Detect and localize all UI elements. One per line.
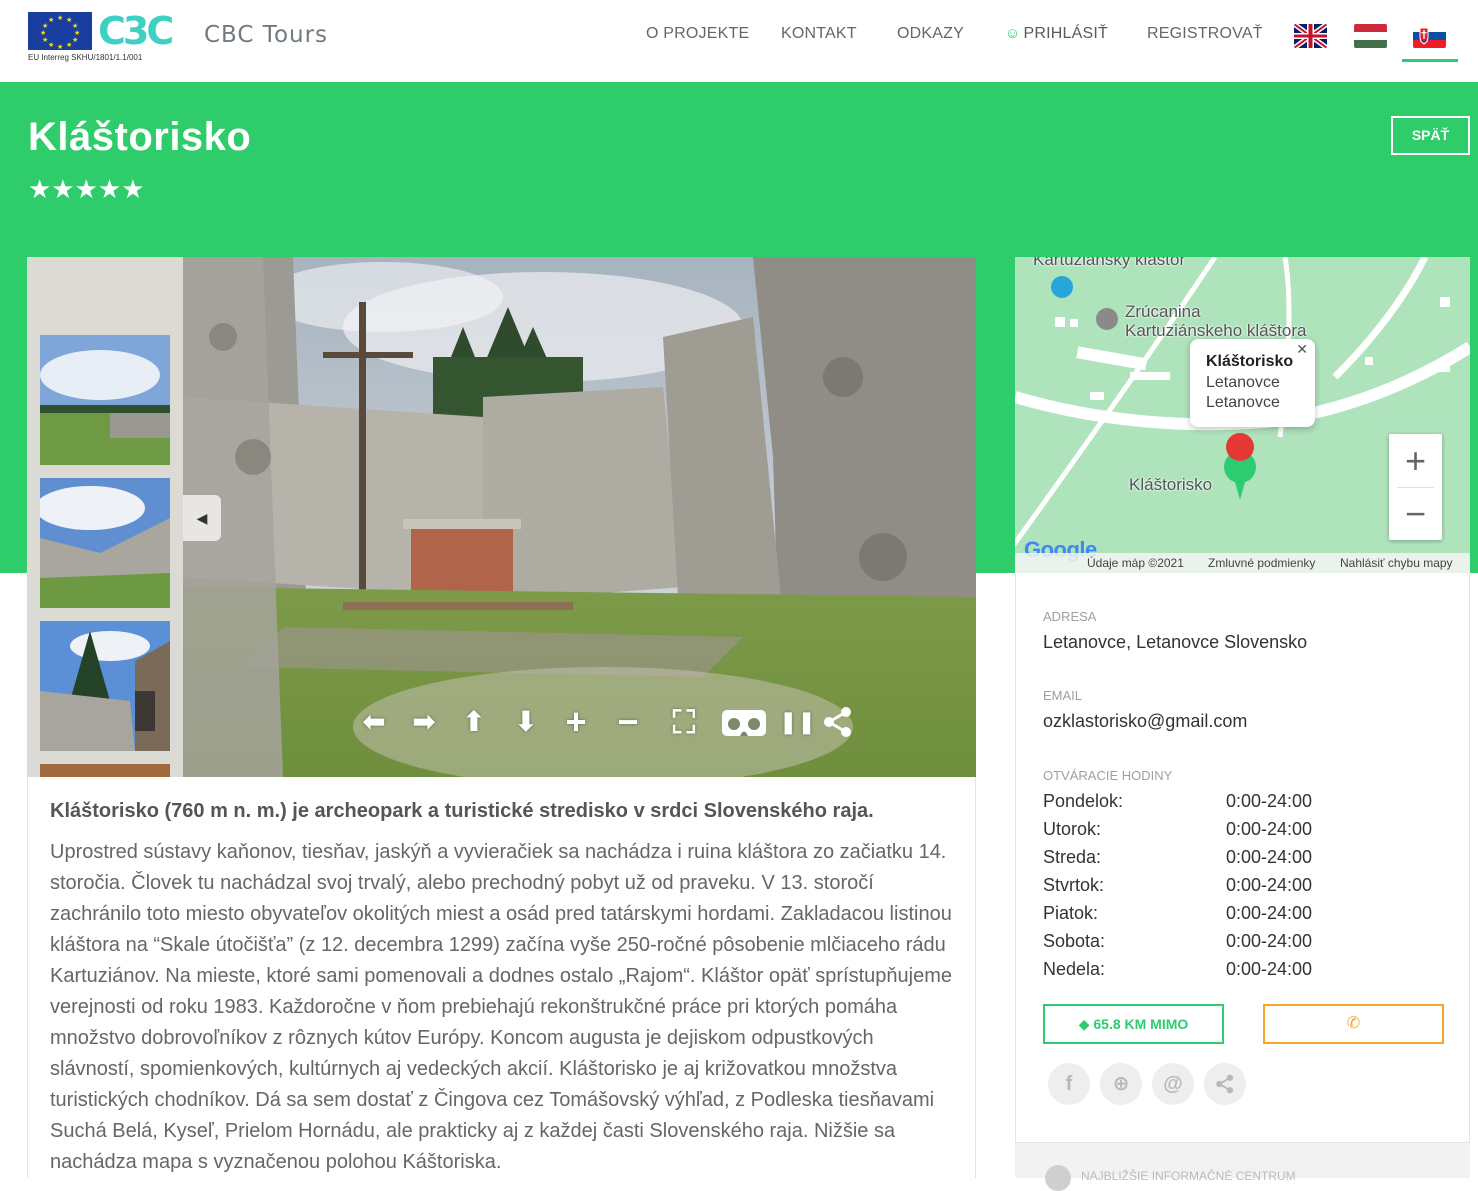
map-label-ruin-line2: Kartuziánskeho kláštora (1125, 321, 1307, 340)
at-sign-icon[interactable]: @ (1152, 1063, 1194, 1105)
description-body: Uprostred sústavy kaňonov, tiesňav, jask… (50, 841, 953, 1173)
panorama-gallery[interactable]: ◀ ⬅ ➡ ⬆ ⬇ + − ⛶ ❚❚ (27, 257, 976, 777)
address-value: Letanovce, Letanovce Slovensko (1043, 632, 1308, 652)
hours-day: Sobota: (1043, 931, 1106, 951)
call-button[interactable]: ✆ (1263, 1004, 1444, 1044)
eu-flag-logo: ★ ★ ★ ★ ★ ★ ★ ★ ★ ★ ★ ★ (28, 12, 92, 51)
thumbnail-2[interactable] (40, 478, 170, 608)
hours-time: 0:00-24:00 (1226, 903, 1313, 923)
map-zoom-out-button[interactable]: − (1389, 487, 1442, 540)
hours-day: Piatok: (1043, 903, 1099, 923)
map-report-link[interactable]: Nahlásiť chybu mapy (1340, 556, 1453, 570)
thumbnail-strip (27, 257, 183, 777)
opening-hours-label: OTVÁRACIE HODINY (1043, 768, 1173, 783)
location-map[interactable]: Kartuziánsky kláštor Zrúcanina Kartuzián… (1015, 257, 1470, 573)
slovak-flag-icon[interactable] (1413, 24, 1446, 48)
pan-up-icon[interactable]: ⬆ (457, 705, 491, 739)
fullscreen-icon[interactable]: ⛶ (667, 705, 701, 739)
info-window-line1: Letanovce (1206, 374, 1280, 391)
thumbnail-3[interactable] (40, 621, 170, 751)
nav-contact[interactable]: KONTAKT (781, 25, 857, 43)
hours-day: Nedela: (1043, 959, 1106, 979)
vr-headset-icon[interactable] (721, 705, 767, 739)
hours-day: Stvrtok: (1043, 875, 1105, 895)
map-info-window: Kláštorisko Letanovce Letanovce ✕ (1190, 339, 1315, 427)
map-terms-link[interactable]: Zmluvné podmienky (1208, 556, 1315, 570)
pause-icon[interactable]: ❚❚ (779, 705, 816, 739)
nearest-info-centre-bar[interactable]: NAJBLIŽŠIE INFORMAČNÉ CENTRUM (1015, 1142, 1470, 1191)
hours-time: 0:00-24:00 (1226, 931, 1313, 951)
globe-icon[interactable]: ⊕ (1100, 1063, 1142, 1105)
page-title: Kláštorisko (28, 115, 252, 159)
zoom-in-icon[interactable]: + (559, 704, 593, 740)
active-language-indicator (1402, 59, 1458, 62)
hungarian-flag-icon[interactable] (1354, 24, 1387, 48)
info-icon (1045, 1165, 1071, 1191)
hours-time: 0:00-24:00 (1226, 959, 1313, 979)
hours-day: Pondelok: (1043, 791, 1124, 811)
map-zoom-controls: + − (1389, 434, 1442, 540)
distance-label: 65.8 KM MIMO (1093, 1016, 1189, 1032)
distance-directions-button[interactable]: ◆ 65.8 KM MIMO (1043, 1004, 1224, 1044)
nav-login[interactable]: ☺ PRIHLÁSIŤ (1005, 25, 1108, 43)
description-lead: Kláštorisko (760 m n. m.) je archeopark … (50, 800, 874, 822)
rating-stars: ★★★★★ (28, 174, 145, 204)
hours-day: Utorok: (1043, 819, 1102, 839)
nav-about[interactable]: O PROJEKTE (646, 25, 749, 43)
eu-project-caption: EU Interreg SKHU/1801/1.1/001 (28, 53, 143, 62)
map-data-credit: Údaje máp ©2021 (1087, 556, 1184, 570)
nav-login-label: PRIHLÁSIŤ (1023, 25, 1109, 42)
hours-row: Sobota: 0:00-24:00 (1043, 931, 1443, 959)
hours-row: Nedela: 0:00-24:00 (1043, 959, 1443, 987)
hours-day: Streda: (1043, 847, 1102, 867)
hours-row: Streda: 0:00-24:00 (1043, 847, 1443, 875)
zoom-out-icon[interactable]: − (611, 704, 645, 740)
hours-time: 0:00-24:00 (1226, 819, 1313, 839)
info-panel: ADRESA Letanovce, Letanovce Slovensko EM… (1015, 573, 1470, 1178)
nearest-info-centre-label: NAJBLIŽŠIE INFORMAČNÉ CENTRUM (1081, 1169, 1296, 1183)
cbc-logo-mark[interactable]: C3C (98, 10, 174, 52)
email-link[interactable]: ozklastorisko@gmail.com (1043, 711, 1247, 732)
info-window-line2: Letanovce (1206, 394, 1280, 411)
facebook-icon[interactable]: f (1048, 1063, 1090, 1105)
address-label: ADRESA (1043, 609, 1097, 624)
panorama-viewer[interactable] (183, 257, 976, 777)
phone-icon: ✆ (1346, 1015, 1361, 1032)
nav-register[interactable]: REGISTROVAŤ (1147, 25, 1263, 43)
map-label-ruin-line1: Zrúcanina (1125, 302, 1201, 321)
hours-row: Utorok: 0:00-24:00 (1043, 819, 1443, 847)
share-icon[interactable] (821, 705, 855, 739)
thumbnail-4[interactable] (40, 764, 170, 777)
cbc-logo-text[interactable]: CBC Tours (204, 22, 328, 48)
pan-down-icon[interactable]: ⬇ (509, 705, 543, 739)
info-window-title: Kláštorisko (1206, 353, 1294, 370)
hours-time: 0:00-24:00 (1226, 847, 1313, 867)
directions-icon: ◆ (1078, 1016, 1090, 1032)
english-flag-icon[interactable] (1294, 24, 1327, 48)
email-label: EMAIL (1043, 688, 1083, 703)
thumbnail-1[interactable] (40, 335, 170, 465)
collapse-thumbnails-button[interactable]: ◀ (183, 495, 221, 541)
back-button[interactable]: SPÄŤ (1391, 116, 1470, 155)
pan-right-icon[interactable]: ➡ (407, 705, 441, 739)
hours-time: 0:00-24:00 (1226, 791, 1313, 811)
hours-row: Piatok: 0:00-24:00 (1043, 903, 1443, 931)
description-panel: Kláštorisko (760 m n. m.) je archeopark … (27, 777, 976, 1178)
pan-left-icon[interactable]: ⬅ (357, 705, 391, 739)
user-icon: ☺ (1005, 25, 1021, 42)
close-icon[interactable]: ✕ (1296, 341, 1308, 358)
hours-row: Stvrtok: 0:00-24:00 (1043, 875, 1443, 903)
top-bar: ★ ★ ★ ★ ★ ★ ★ ★ ★ ★ ★ ★ EU Interreg SKHU… (0, 0, 1478, 82)
map-footer: Údaje máp ©2021 Zmluvné podmienky Nahlás… (1015, 553, 1470, 573)
hours-time: 0:00-24:00 (1226, 875, 1313, 895)
map-label-marker: Kláštorisko (1129, 475, 1213, 494)
map-label-monastery: Kartuziánsky kláštor (1033, 257, 1186, 269)
hours-row: Pondelok: 0:00-24:00 (1043, 791, 1443, 819)
nav-links[interactable]: ODKAZY (897, 25, 964, 43)
map-zoom-in-button[interactable]: + (1389, 434, 1442, 487)
share-icon[interactable] (1204, 1063, 1246, 1105)
